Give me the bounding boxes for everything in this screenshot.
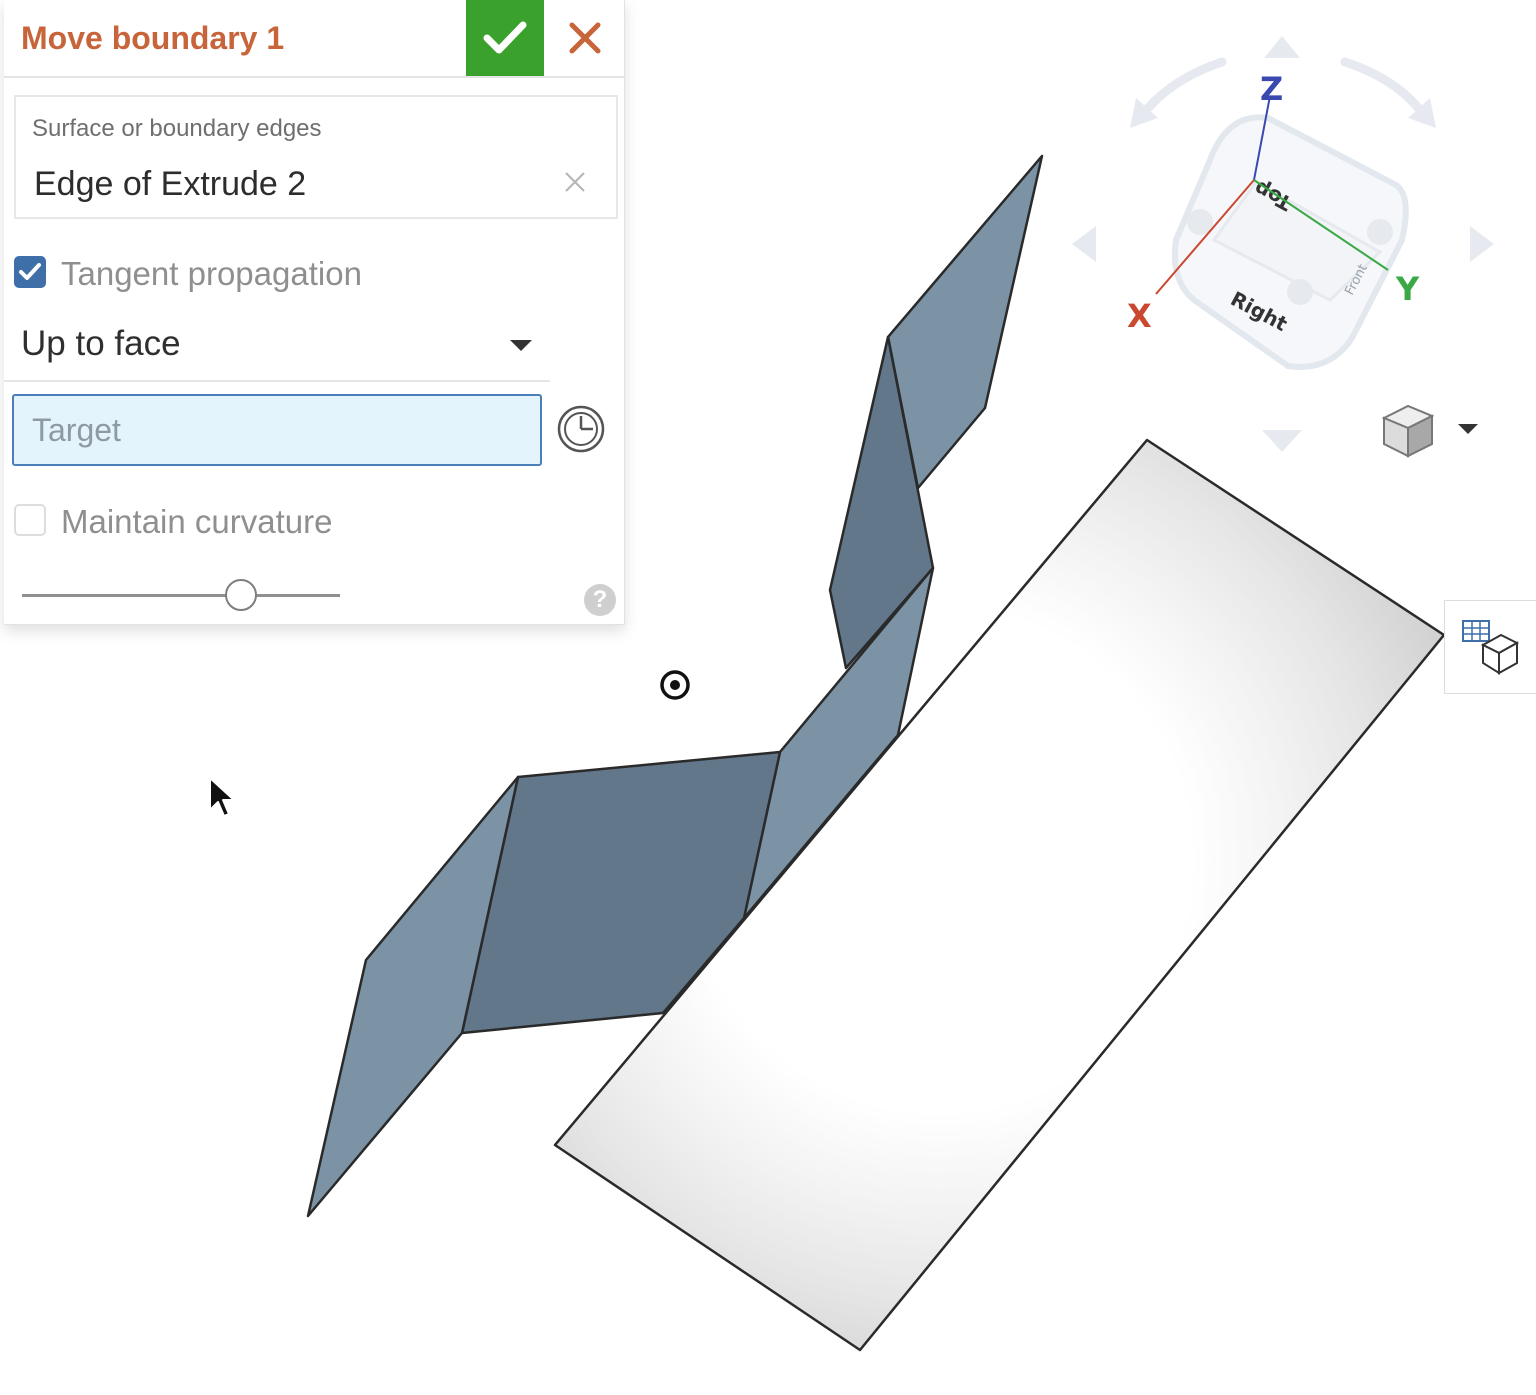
move-boundary-dialog: Move boundary 1 Surface or boundary edge… bbox=[4, 0, 625, 625]
view-settings-tab[interactable] bbox=[1444, 600, 1536, 694]
cube-icon bbox=[1381, 404, 1478, 458]
clear-selection-button[interactable] bbox=[558, 165, 592, 199]
grid-cube-icon bbox=[1462, 620, 1520, 675]
history-button[interactable] bbox=[556, 404, 606, 454]
close-icon bbox=[569, 22, 601, 54]
render-mode-button[interactable] bbox=[1378, 400, 1488, 460]
parameter-slider[interactable] bbox=[22, 579, 340, 611]
maintain-curvature-checkbox[interactable] bbox=[14, 504, 46, 536]
accept-button[interactable] bbox=[466, 0, 544, 76]
cancel-button[interactable] bbox=[550, 0, 620, 76]
boundary-edges-selection[interactable]: Surface or boundary edges Edge of Extrud… bbox=[14, 95, 618, 219]
pan-right-arrow[interactable] bbox=[1470, 226, 1494, 262]
selection-label: Surface or boundary edges bbox=[32, 115, 322, 142]
pivot-marker[interactable] bbox=[660, 670, 690, 700]
x-axis-label: X bbox=[1127, 297, 1152, 335]
z-axis-label: Z bbox=[1260, 70, 1283, 108]
tangent-propagation-label: Tangent propagation bbox=[61, 255, 362, 292]
checkmark-icon bbox=[19, 263, 41, 280]
close-icon bbox=[565, 172, 585, 192]
dialog-header: Move boundary 1 bbox=[4, 0, 624, 78]
mouse-cursor-icon bbox=[209, 777, 235, 817]
help-icon[interactable]: ? bbox=[584, 584, 616, 616]
rotate-right-arrow[interactable] bbox=[1340, 57, 1431, 123]
target-input[interactable] bbox=[14, 396, 540, 464]
check-icon bbox=[483, 21, 527, 54]
target-field[interactable] bbox=[12, 394, 542, 466]
maintain-curvature-label: Maintain curvature bbox=[61, 503, 333, 540]
chevron-down-icon bbox=[510, 340, 532, 351]
pan-down-arrow[interactable] bbox=[1262, 430, 1302, 452]
end-condition-value: Up to face bbox=[21, 324, 181, 363]
end-condition-dropdown[interactable]: Up to face bbox=[4, 316, 550, 382]
rotate-left-arrow[interactable] bbox=[1135, 57, 1227, 123]
y-axis-label: Y bbox=[1395, 270, 1420, 308]
surface-face-1[interactable] bbox=[886, 154, 1044, 490]
pan-up-arrow[interactable] bbox=[1264, 36, 1300, 58]
selection-value[interactable]: Edge of Extrude 2 bbox=[34, 165, 306, 204]
pan-left-arrow[interactable] bbox=[1072, 226, 1096, 262]
view-cube[interactable]: Top Right Front Z X Y bbox=[1072, 36, 1494, 452]
slider-thumb[interactable] bbox=[225, 579, 258, 611]
dialog-title: Move boundary 1 bbox=[21, 20, 285, 56]
chevron-down-icon bbox=[1458, 424, 1478, 434]
tangent-propagation-checkbox[interactable] bbox=[14, 256, 46, 288]
clock-icon bbox=[557, 405, 605, 453]
